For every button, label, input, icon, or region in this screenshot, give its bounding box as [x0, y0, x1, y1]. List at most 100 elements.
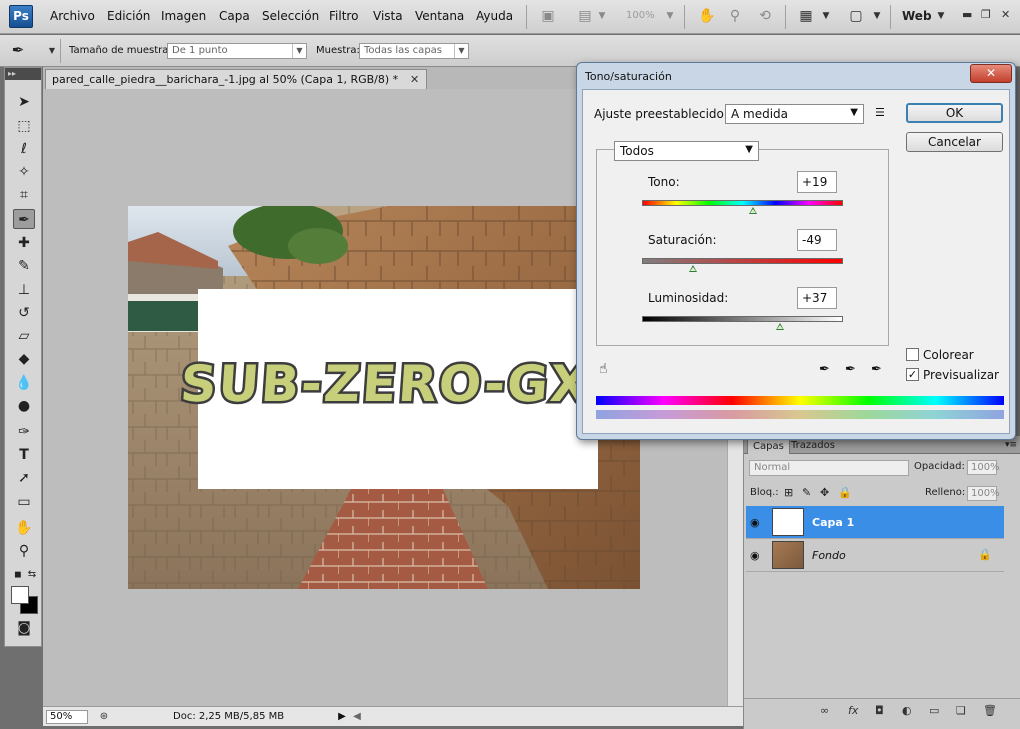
- preview-checkbox[interactable]: ✓: [906, 368, 919, 381]
- menu-edicion[interactable]: Edición: [107, 9, 150, 23]
- eyedropper-plus-icon[interactable]: ✒: [845, 362, 856, 377]
- eyedropper-icon[interactable]: ✒: [819, 362, 830, 377]
- adjustment-layer-icon[interactable]: ◐: [902, 704, 912, 717]
- preset-options-icon[interactable]: ☰: [875, 106, 885, 119]
- screen-mode-icon[interactable]: ▢: [848, 8, 864, 24]
- chevron-down-icon[interactable]: ▼: [594, 8, 610, 24]
- colorize-checkbox[interactable]: [906, 348, 919, 361]
- hand-tool-icon[interactable]: ✋: [13, 518, 35, 538]
- status-menu-icon[interactable]: ⊛: [96, 709, 112, 725]
- sample-select[interactable]: Todas las capas ▼: [359, 43, 469, 59]
- workspace-switcher[interactable]: Web: [902, 9, 932, 23]
- document-size-info[interactable]: Doc: 2,25 MB/5,85 MB: [173, 711, 284, 722]
- menu-capa[interactable]: Capa: [219, 9, 250, 23]
- menu-ayuda[interactable]: Ayuda: [476, 9, 513, 23]
- lasso-tool-icon[interactable]: ℓ: [13, 139, 35, 159]
- cancel-button[interactable]: Cancelar: [906, 132, 1003, 152]
- bridge-icon[interactable]: ▣: [540, 8, 556, 24]
- fill-field[interactable]: 100%: [967, 486, 1000, 501]
- lock-move-icon[interactable]: ✥: [820, 486, 829, 499]
- ok-button[interactable]: OK: [906, 103, 1003, 123]
- scroll-left-icon[interactable]: ◀: [349, 709, 365, 725]
- zoom-tool-icon[interactable]: ⚲: [13, 541, 35, 561]
- photoshop-logo[interactable]: Ps: [9, 5, 33, 28]
- healing-brush-tool-icon[interactable]: ✚: [13, 233, 35, 253]
- menu-imagen[interactable]: Imagen: [161, 9, 206, 23]
- chevron-down-icon[interactable]: ▼: [818, 8, 834, 24]
- layer-style-icon[interactable]: fx: [848, 704, 858, 717]
- close-icon[interactable]: ✕: [410, 73, 419, 86]
- eye-icon[interactable]: ◉: [750, 549, 760, 562]
- lock-all-icon[interactable]: 🔒: [838, 486, 852, 499]
- saturation-field[interactable]: -49: [797, 229, 837, 251]
- path-selection-tool-icon[interactable]: ➚: [13, 468, 35, 488]
- channel-select[interactable]: Todos ▼: [614, 141, 759, 161]
- quick-mask-icon[interactable]: ◙: [13, 618, 35, 638]
- eyedropper-tool-icon[interactable]: ✒: [13, 209, 35, 229]
- paint-bucket-tool-icon[interactable]: ◆: [13, 349, 35, 369]
- menu-filtro[interactable]: Filtro: [329, 9, 358, 23]
- saturation-slider[interactable]: [642, 258, 843, 264]
- close-icon[interactable]: ✕: [1001, 8, 1010, 21]
- panel-menu-icon[interactable]: ▾≡: [1000, 439, 1020, 454]
- hue-slider-thumb[interactable]: [749, 207, 758, 214]
- document-image[interactable]: SUB-ZERO-GX: [128, 206, 640, 589]
- chevron-down-icon[interactable]: ▼: [662, 8, 678, 24]
- layer-mask-icon[interactable]: ◘: [875, 704, 884, 717]
- eraser-tool-icon[interactable]: ▱: [13, 326, 35, 346]
- zoom-field[interactable]: 50%: [46, 710, 88, 724]
- sample-size-select[interactable]: De 1 punto ▼: [167, 43, 307, 59]
- hue-slider[interactable]: [642, 200, 843, 206]
- delete-layer-icon[interactable]: 🗑: [983, 704, 997, 717]
- tab-paths[interactable]: Trazados: [786, 439, 840, 454]
- lightness-field[interactable]: +37: [797, 287, 837, 309]
- magic-wand-tool-icon[interactable]: ✧: [13, 162, 35, 182]
- rotate-view-icon[interactable]: ⟲: [757, 8, 773, 24]
- layer-row[interactable]: ◉ Fondo 🔒: [746, 539, 1004, 572]
- history-brush-tool-icon[interactable]: ↺: [13, 303, 35, 323]
- blend-mode-select[interactable]: Normal: [749, 460, 909, 476]
- eyedropper-icon[interactable]: ✒: [10, 42, 26, 58]
- film-icon[interactable]: ▤: [577, 8, 593, 24]
- marquee-tool-icon[interactable]: ⬚: [13, 116, 35, 136]
- lightness-slider[interactable]: [642, 316, 843, 322]
- crop-tool-icon[interactable]: ⌗: [13, 185, 35, 205]
- lightness-slider-thumb[interactable]: [775, 323, 784, 330]
- arrange-documents-icon[interactable]: ▦: [798, 8, 814, 24]
- targeted-adjustment-icon[interactable]: ☝: [599, 361, 608, 377]
- lock-transparent-icon[interactable]: ⊞: [784, 486, 793, 499]
- zoom-level-menu[interactable]: 100%: [626, 10, 655, 21]
- menu-archivo[interactable]: Archivo: [50, 9, 95, 23]
- link-layers-icon[interactable]: ∞: [820, 704, 829, 717]
- menu-seleccion[interactable]: Selección: [262, 9, 319, 23]
- preset-select[interactable]: A medida ▼: [725, 104, 864, 124]
- restore-icon[interactable]: ❐: [981, 8, 991, 21]
- move-tool-icon[interactable]: ➤: [13, 92, 35, 112]
- lock-brush-icon[interactable]: ✎: [802, 486, 811, 499]
- chevron-down-icon[interactable]: ▼: [869, 8, 885, 24]
- new-group-icon[interactable]: ▭: [929, 704, 939, 717]
- opacity-field[interactable]: 100%: [967, 460, 1000, 475]
- menu-vista[interactable]: Vista: [373, 9, 403, 23]
- hand-icon[interactable]: ✋: [698, 8, 715, 24]
- eye-icon[interactable]: ◉: [750, 516, 760, 529]
- swap-colors-icon[interactable]: ⇆: [21, 565, 43, 585]
- toolbox-header[interactable]: ▸▸: [5, 68, 41, 80]
- menu-ventana[interactable]: Ventana: [415, 9, 464, 23]
- dodge-tool-icon[interactable]: ●: [13, 396, 35, 416]
- zoom-icon[interactable]: ⚲: [727, 8, 743, 24]
- chevron-down-icon[interactable]: ▼: [44, 43, 60, 59]
- hue-field[interactable]: +19: [797, 171, 837, 193]
- minimize-icon[interactable]: ▬: [962, 8, 972, 21]
- clone-stamp-tool-icon[interactable]: ⊥: [13, 280, 35, 300]
- brush-tool-icon[interactable]: ✎: [13, 256, 35, 276]
- type-tool-icon[interactable]: T: [13, 445, 35, 465]
- blur-tool-icon[interactable]: 💧: [13, 373, 35, 393]
- pen-tool-icon[interactable]: ✑: [13, 422, 35, 442]
- saturation-slider-thumb[interactable]: [689, 265, 698, 272]
- shape-tool-icon[interactable]: ▭: [13, 492, 35, 512]
- tab-layers[interactable]: Capas: [747, 439, 790, 454]
- close-icon[interactable]: ✕: [970, 64, 1012, 83]
- new-layer-icon[interactable]: ❏: [956, 704, 966, 717]
- play-arrow-icon[interactable]: ▶: [334, 709, 350, 725]
